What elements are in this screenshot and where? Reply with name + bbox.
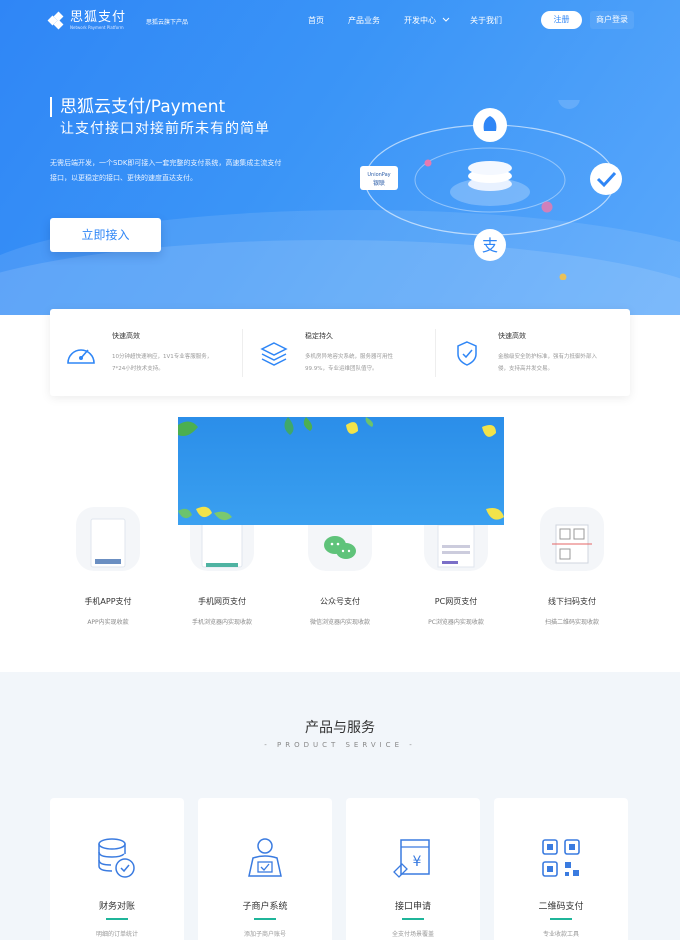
method-name: 公众号支付 <box>320 597 360 606</box>
qr-scan-icon <box>540 507 604 571</box>
hero-subtitle: 让支付接口对接前所未有的简单 <box>60 121 270 137</box>
nav-products[interactable]: 产品业务 <box>348 15 380 26</box>
feature-title: 稳定持久 <box>305 332 333 340</box>
hero-banner: 思狐支付 Network Payment Platform 思狐云旗下产品 首页… <box>0 0 680 315</box>
qq-icon <box>473 108 507 142</box>
feature-secure: 快速高效 金融级安全防护标准，强有力抵御外部入侵，支持高并发交易。 <box>436 309 629 396</box>
feature-fast: 快速高效 10分钟超快速响应，1V1专业客服服务，7*24小时技术支持。 <box>50 309 243 396</box>
service-card-reconciliation[interactable]: 财务对账 明细的订单统计 <box>50 798 184 940</box>
hero-desc-line: 接口，以更稳定的接口、更快的速度直达支付。 <box>50 174 197 182</box>
service-name: 财务对账 <box>98 902 135 912</box>
section-subtitle: - PRODUCT SERVICE - <box>264 741 416 749</box>
service-sub: 专业收款工具 <box>542 931 579 938</box>
method-sub: APP内实现收款 <box>87 619 129 626</box>
speedometer-icon <box>67 349 95 364</box>
shield-icon <box>457 341 477 366</box>
alipay-icon: 支 <box>474 229 506 261</box>
method-name: 手机APP支付 <box>84 597 132 606</box>
qrcode-icon <box>542 839 580 877</box>
brand-sub: Network Payment Platform <box>70 25 124 30</box>
svg-text:支: 支 <box>482 236 498 255</box>
layers-icon <box>260 342 288 366</box>
method-name: 手机网页支付 <box>198 597 246 606</box>
svg-text:UnionPay: UnionPay <box>367 172 390 178</box>
service-card-api-apply[interactable]: ¥ 接口申请 全支付场景覆盖 <box>346 798 480 940</box>
product-service-section: 产品与服务 - PRODUCT SERVICE - 财务对账 明细的订单统计 子… <box>0 672 680 940</box>
brand-name: 思狐支付 <box>70 10 127 25</box>
method-sub: 微信浏览器内实现收款 <box>309 619 370 626</box>
service-sub: 全支付场景覆盖 <box>391 931 434 938</box>
method-name: PC网页支付 <box>434 597 478 606</box>
slogan: 思狐云旗下产品 <box>146 19 189 26</box>
method-name: 线下扫码支付 <box>548 597 596 606</box>
database-check-icon <box>98 838 135 878</box>
logo[interactable]: 思狐支付 Network Payment Platform <box>47 10 127 31</box>
hero-title: 思狐云支付/Payment <box>60 97 226 117</box>
feature-title: 快速高效 <box>498 332 526 340</box>
method-sub: PC浏览器内实现收款 <box>428 619 484 626</box>
title-accent-bar <box>50 97 52 117</box>
access-now-button[interactable]: 立即接入 <box>50 218 161 252</box>
nav-dev-center-label: 开发中心 <box>404 16 436 25</box>
hero-desc-line: 无需后端开发，一个SDK即可接入一套完整的支付系统，高速集成主流支付 <box>50 159 282 167</box>
section-title: 产品与服务 <box>305 720 375 736</box>
feature-desc: 金融级安全防护标准，强有力抵御外部入侵，支持高并发交易。 <box>498 354 598 372</box>
service-name: 接口申请 <box>394 902 431 912</box>
unionpay-icon: UnionPay 银联 <box>360 166 398 190</box>
logo-icon <box>47 11 65 30</box>
service-name: 二维码支付 <box>538 902 584 912</box>
user-check-icon <box>248 838 282 877</box>
top-nav: 思狐支付 Network Payment Platform 思狐云旗下产品 首页… <box>0 0 680 40</box>
nav-home[interactable]: 首页 <box>308 15 324 26</box>
service-name: 子商户系统 <box>242 902 288 912</box>
nav-dev-center[interactable]: 开发中心 <box>404 15 450 26</box>
feature-title: 快速高效 <box>112 332 140 340</box>
nav-about[interactable]: 关于我们 <box>470 15 502 26</box>
feature-desc: 10分钟超快速响应，1V1专业客服服务，7*24小时技术支持。 <box>112 354 213 372</box>
service-card-qrcode[interactable]: 二维码支付 专业收款工具 <box>494 798 628 940</box>
chevron-down-icon <box>442 17 449 22</box>
register-button[interactable]: 注册 <box>541 11 582 29</box>
feature-card: 快速高效 10分钟超快速响应，1V1专业客服服务，7*24小时技术支持。 稳定持… <box>50 309 630 396</box>
feature-stable: 稳定持久 多机房异地容灾系统，服务器可用性99.9%，专业运维团队值守。 <box>243 309 436 396</box>
feature-desc: 多机房异地容灾系统，服务器可用性99.9%，专业运维团队值守。 <box>305 354 394 372</box>
document-yen-icon: ¥ <box>393 839 430 878</box>
login-button[interactable]: 商户登录 <box>590 11 634 29</box>
service-card-submerchant[interactable]: 子商户系统 添加子商户账号 <box>198 798 332 940</box>
method-sub: 扫描二维码实现收款 <box>544 619 599 626</box>
method-sub: 手机浏览器内实现收款 <box>191 619 252 626</box>
leaf-banner-image <box>178 417 504 525</box>
payment-orbit-illustration: 支 UnionPay 银联 <box>360 100 622 280</box>
app-pay-icon <box>76 507 140 571</box>
wechat-pay-icon <box>590 163 622 195</box>
hero-description: 无需后端开发，一个SDK即可接入一套完整的支付系统，高速集成主流支付 接口，以更… <box>50 156 310 186</box>
service-sub: 明细的订单统计 <box>95 931 138 938</box>
svg-text:银联: 银联 <box>373 179 385 187</box>
service-sub: 添加子商户账号 <box>243 931 286 938</box>
svg-text:¥: ¥ <box>413 854 422 870</box>
